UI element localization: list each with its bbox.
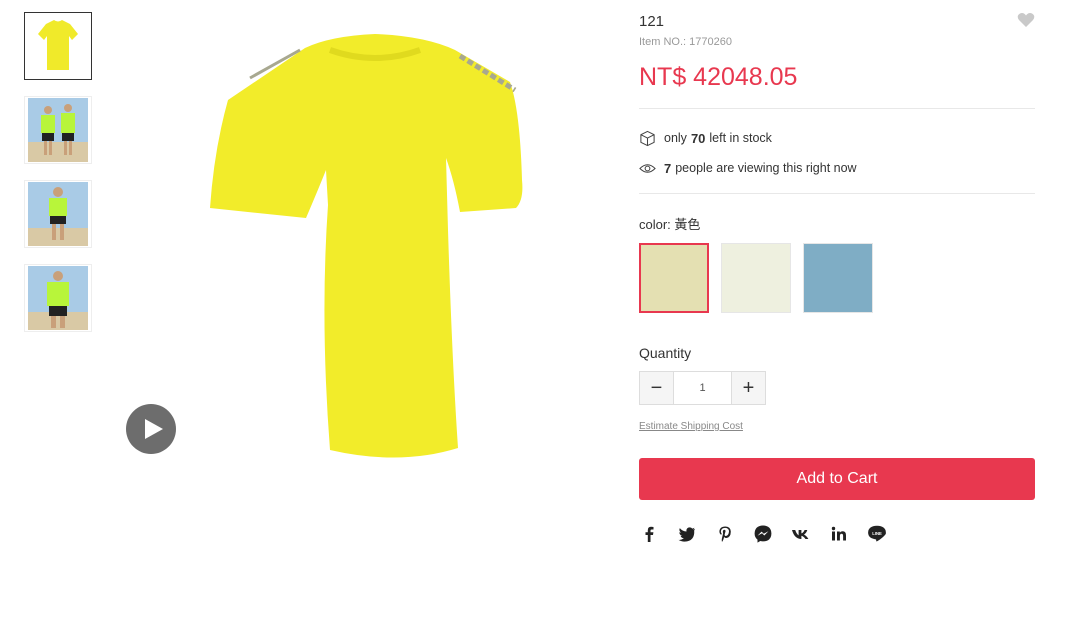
- color-label: color: 黃色: [639, 217, 701, 232]
- divider: [639, 193, 1035, 194]
- item-number-label: Item NO.:: [639, 36, 687, 48]
- product-title: 121: [639, 13, 665, 30]
- thumbnail-3[interactable]: [24, 180, 92, 248]
- quantity-input[interactable]: [673, 372, 732, 404]
- play-video-button[interactable]: [126, 404, 176, 454]
- thumbnail-4[interactable]: [24, 264, 92, 332]
- thumbnail-man-image: [28, 266, 88, 330]
- viewers-suffix: people are viewing this right now: [675, 161, 857, 175]
- estimate-shipping-link[interactable]: Estimate Shipping Cost: [639, 421, 743, 432]
- product-price: NT$ 42048.05: [639, 63, 798, 91]
- item-number-value: 1770260: [689, 36, 732, 48]
- add-to-cart-button[interactable]: Add to Cart: [639, 458, 1035, 500]
- pinterest-icon[interactable]: [715, 524, 735, 544]
- quantity-increase-button[interactable]: +: [732, 372, 765, 404]
- facebook-icon[interactable]: [639, 524, 659, 544]
- yellow-tshirt-image: [210, 34, 523, 458]
- color-swatches: [639, 243, 1035, 313]
- wishlist-heart-icon[interactable]: [1017, 12, 1035, 28]
- share-icons: LINE: [639, 524, 1035, 544]
- divider: [639, 108, 1035, 109]
- main-product-image[interactable]: [126, 0, 540, 480]
- stock-count: 70: [690, 130, 706, 146]
- stock-info: only 70 left in stock: [639, 129, 1035, 147]
- quantity-decrease-button[interactable]: −: [640, 372, 673, 404]
- thumbnail-gallery: [24, 12, 92, 348]
- thumbnail-shirt-image: [38, 20, 78, 70]
- item-number: Item NO.: 1770260: [639, 36, 1035, 48]
- quantity-label: Quantity: [639, 345, 692, 361]
- eye-icon: [639, 163, 656, 173]
- color-swatch-1[interactable]: [639, 243, 709, 313]
- thumbnail-woman-image: [28, 182, 88, 246]
- box-icon: [640, 130, 655, 146]
- thumbnail-2[interactable]: [24, 96, 92, 164]
- product-info-panel: 121 Item NO.: 1770260 NT$ 42048.05 only …: [639, 12, 1035, 544]
- thumbnail-1[interactable]: [24, 12, 92, 80]
- vk-icon[interactable]: [791, 524, 811, 544]
- stock-suffix: left in stock: [709, 131, 772, 145]
- linkedin-icon[interactable]: [829, 524, 849, 544]
- color-swatch-2[interactable]: [721, 243, 791, 313]
- twitter-icon[interactable]: [677, 524, 697, 544]
- quantity-stepper: − +: [639, 371, 766, 405]
- thumbnail-couple-image: [28, 98, 88, 162]
- viewers-info: 7 people are viewing this right now: [639, 159, 1035, 177]
- viewers-count: 7: [664, 160, 672, 176]
- play-icon: [145, 419, 163, 439]
- svg-text:LINE: LINE: [872, 531, 882, 536]
- color-swatch-3[interactable]: [803, 243, 873, 313]
- messenger-icon[interactable]: [753, 524, 773, 544]
- line-icon[interactable]: LINE: [867, 524, 887, 544]
- stock-prefix: only: [664, 131, 687, 145]
